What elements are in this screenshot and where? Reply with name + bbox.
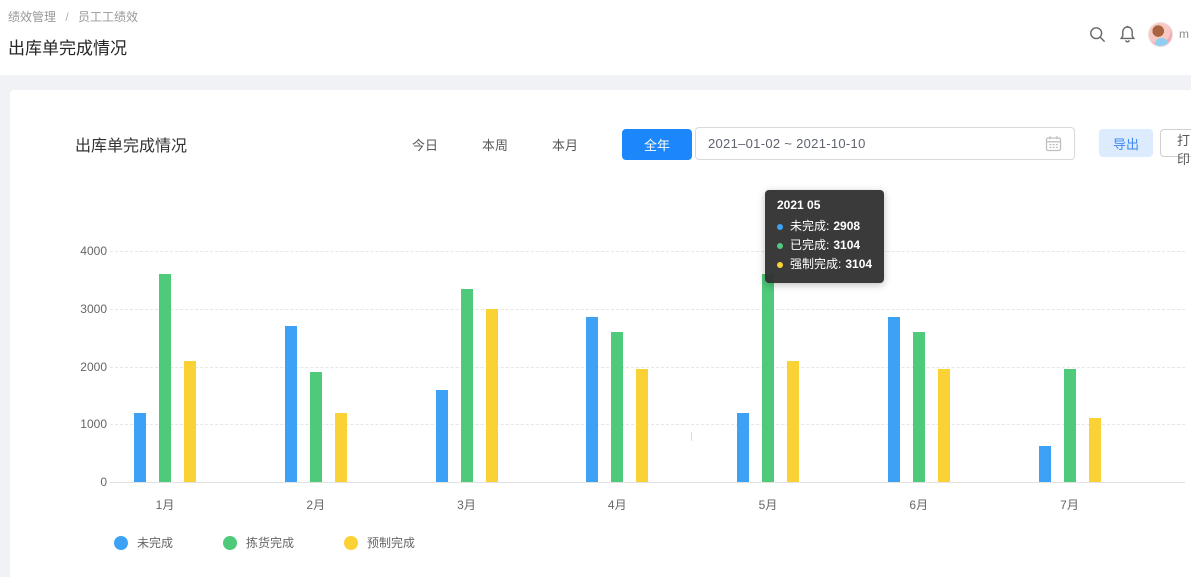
tooltip-series-dot [777,262,783,268]
x-axis-tick-label: 4月 [608,496,627,513]
x-axis-tick-label: 2月 [306,496,325,513]
bar-5月-拣货完成[interactable] [762,274,774,482]
bar-1月-未完成[interactable] [134,413,146,482]
bar-7月-拣货完成[interactable] [1064,369,1076,482]
tooltip-series-value: 3104 [833,236,860,255]
tooltip-series-dot [777,224,783,230]
avatar[interactable] [1148,22,1173,47]
legend-dot [223,536,237,550]
bar-7月-未完成[interactable] [1039,446,1051,482]
bell-icon[interactable] [1112,21,1142,47]
tooltip-series-dot [777,243,783,249]
bar-6月-预制完成[interactable] [938,369,950,482]
bar-5月-未完成[interactable] [737,413,749,482]
screen: 绩效管理 / 员工工绩效 出库单完成情况 m 出库单完成情况 [0,0,1191,577]
bar-6月-拣货完成[interactable] [913,332,925,482]
bar-4月-预制完成[interactable] [636,369,648,482]
y-axis-tick-label: 3000 [47,302,107,316]
legend-label: 拣货完成 [246,534,294,551]
legend-dot [114,536,128,550]
header-actions: m [1082,20,1191,48]
y-axis-tick-label: 4000 [47,244,107,258]
legend-item-拣货完成[interactable]: 拣货完成 [223,534,294,551]
y-axis-tick-label: 1000 [47,417,107,431]
x-axis-tick-label: 5月 [759,496,778,513]
page-title: 出库单完成情况 [8,34,127,59]
bar-chart: 0 1000 2000 3000 4000 1月 2月 3月 4月 5月 6月 7月 [10,90,1191,577]
bar-3月-预制完成[interactable] [486,309,498,482]
tooltip-row: 强制完成:3104 [777,255,872,274]
legend-item-预制完成[interactable]: 预制完成 [344,534,415,551]
axis-pointer-tick [691,432,692,441]
y-axis-tick-label: 2000 [47,360,107,374]
search-icon[interactable] [1082,21,1112,47]
tooltip-row: 已完成:3104 [777,236,872,255]
x-axis-tick-label: 7月 [1060,496,1079,513]
legend-label: 预制完成 [367,534,415,551]
bar-3月-拣货完成[interactable] [461,289,473,482]
chart-legend: 未完成 拣货完成 预制完成 [114,534,465,551]
bar-2月-未完成[interactable] [285,326,297,482]
bar-4月-未完成[interactable] [586,317,598,482]
bar-6月-未完成[interactable] [888,317,900,482]
bar-1月-拣货完成[interactable] [159,274,171,482]
x-axis-tick-label: 1月 [156,496,175,513]
x-axis-line [110,482,1185,483]
legend-item-未完成[interactable]: 未完成 [114,534,173,551]
bar-3月-未完成[interactable] [436,390,448,482]
tooltip-series-label: 已完成: [790,236,829,255]
x-axis-tick-label: 6月 [909,496,928,513]
tooltip-rows: 未完成:2908已完成:3104强制完成:3104 [777,217,872,274]
top-header: 绩效管理 / 员工工绩效 出库单完成情况 m [0,0,1191,75]
bar-2月-拣货完成[interactable] [310,372,322,482]
chart-tooltip: 2021 05 未完成:2908已完成:3104强制完成:3104 [765,190,884,283]
bar-7月-预制完成[interactable] [1089,418,1101,482]
username[interactable]: m [1179,27,1191,41]
breadcrumb-performance-management[interactable]: 绩效管理 [8,10,56,24]
gridline [110,251,1185,252]
legend-dot [344,536,358,550]
breadcrumb: 绩效管理 / 员工工绩效 [8,8,138,25]
report-card: 出库单完成情况 今日本周本月全年 2021–01-02 ~ 2021-10-10… [10,90,1191,577]
bar-5月-预制完成[interactable] [787,361,799,482]
legend-label: 未完成 [137,534,173,551]
tooltip-series-label: 强制完成: [790,255,841,274]
bar-4月-拣货完成[interactable] [611,332,623,482]
tooltip-series-value: 2908 [833,217,860,236]
gridline [110,309,1185,310]
breadcrumb-employee-performance[interactable]: 员工工绩效 [78,10,138,24]
tooltip-row: 未完成:2908 [777,217,872,236]
gridline [110,367,1185,368]
tooltip-title: 2021 05 [777,198,872,212]
bar-2月-预制完成[interactable] [335,413,347,482]
tooltip-series-label: 未完成: [790,217,829,236]
breadcrumb-separator: / [65,10,68,24]
y-axis-tick-label: 0 [47,475,107,489]
tooltip-series-value: 3104 [845,255,872,274]
bar-1月-预制完成[interactable] [184,361,196,482]
x-axis-tick-label: 3月 [457,496,476,513]
